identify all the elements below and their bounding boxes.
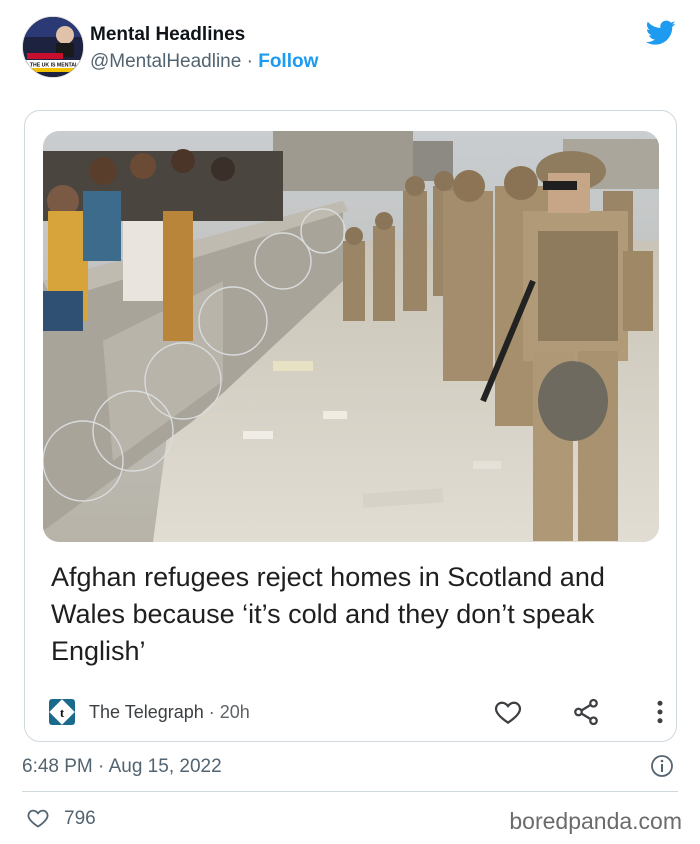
more-vertical-icon[interactable] xyxy=(645,697,675,727)
avatar[interactable]: THE UK IS MENTAL xyxy=(22,16,84,78)
like-heart-icon[interactable] xyxy=(26,806,50,830)
follow-button[interactable]: Follow xyxy=(258,51,318,72)
info-icon[interactable] xyxy=(650,754,674,778)
avatar-caption: THE UK IS MENTAL xyxy=(30,63,79,69)
divider xyxy=(22,791,678,792)
handle-line: @MentalHeadline · Follow xyxy=(90,51,318,73)
source-title[interactable]: The Telegraph xyxy=(89,702,204,722)
separator-dot: · xyxy=(241,51,259,72)
heart-icon[interactable] xyxy=(493,697,523,727)
tweet-timestamp[interactable]: 6:48 PM · Aug 15, 2022 xyxy=(22,756,222,778)
source-name[interactable]: The Telegraph · 20h xyxy=(89,702,250,723)
tweet-header: THE UK IS MENTAL Mental Headlines @Menta… xyxy=(22,16,682,80)
share-icon[interactable] xyxy=(571,697,601,727)
user-handle[interactable]: @MentalHeadline xyxy=(90,51,241,72)
source-time: · 20h xyxy=(203,702,250,722)
watermark: boredpanda.com xyxy=(509,808,682,834)
source-row: t The Telegraph · 20h xyxy=(49,697,663,727)
article-headline[interactable]: Afghan refugees reject homes in Scotland… xyxy=(51,559,661,670)
like-count: 796 xyxy=(64,808,96,829)
article-card[interactable]: Afghan refugees reject homes in Scotland… xyxy=(24,110,677,742)
telegraph-logo-icon: t xyxy=(49,699,75,725)
svg-text:t: t xyxy=(60,705,65,720)
twitter-bird-icon[interactable] xyxy=(646,20,676,46)
article-photo[interactable] xyxy=(43,131,659,542)
display-name[interactable]: Mental Headlines xyxy=(90,24,245,46)
